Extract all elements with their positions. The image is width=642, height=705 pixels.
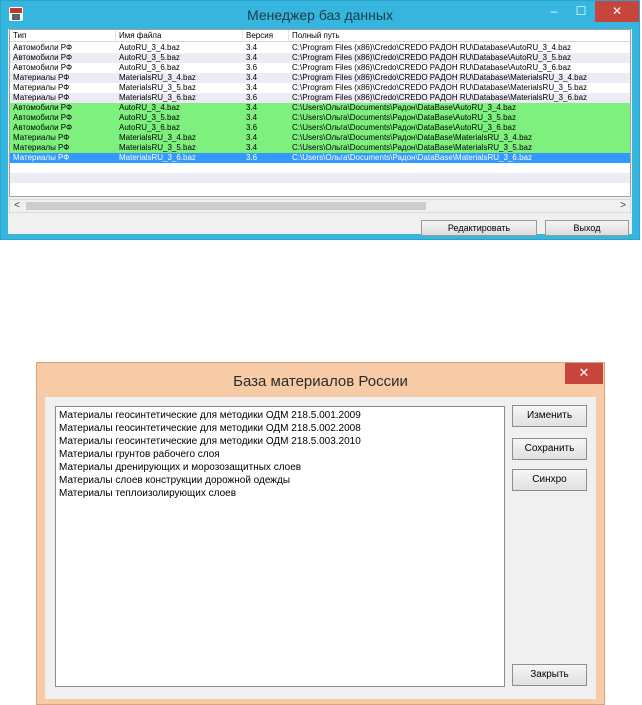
- scroll-left-icon[interactable]: <: [10, 200, 24, 212]
- table-row[interactable]: Автомобили РФ AutoRU_3_4.baz 3.4 C:\Program…: [10, 43, 630, 53]
- table-cell-version: 3.4: [246, 133, 258, 142]
- table-cell-version: 3.4: [246, 83, 258, 92]
- table-cell-type: Материалы РФ: [13, 83, 70, 92]
- table-row[interactable]: Автомобили РФ AutoRU_3_4.baz 3.4 C:\Users\О…: [10, 103, 630, 113]
- table-cell-version: 3.4: [246, 103, 258, 112]
- database-table[interactable]: Тип Имя файла Версия Полный путь Автомоб…: [9, 29, 631, 197]
- db-manager-window: Менеджер баз данных – ☐ ✕ Тип Имя файла …: [0, 0, 640, 240]
- table-cell-type: Материалы РФ: [13, 73, 70, 82]
- table-cell-version: 3.6: [246, 93, 258, 102]
- table-cell-file: AutoRU_3_5.baz: [119, 53, 180, 62]
- table-cell-version: 3.6: [246, 63, 258, 72]
- table-row[interactable]: Автомобили РФ AutoRU_3_5.baz 3.4 C:\Users\О…: [10, 113, 630, 123]
- close-icon[interactable]: ✕: [565, 363, 603, 384]
- table-cell-file: AutoRU_3_5.baz: [119, 113, 180, 122]
- column-header-type[interactable]: Тип: [10, 30, 116, 42]
- table-cell-file: MaterialsRU_3_5.baz: [119, 83, 196, 92]
- table-cell-path: C:\Users\Ольга\Documents\Радон\DataBase\…: [292, 153, 532, 162]
- table-cell-path: C:\Users\Ольга\Documents\Радон\DataBase\…: [292, 133, 532, 142]
- table-cell-file: AutoRU_3_6.baz: [119, 63, 180, 72]
- table-cell-version: 3.6: [246, 123, 258, 132]
- close-icon[interactable]: ✕: [595, 1, 639, 22]
- table-row[interactable]: Материалы РФ MaterialsRU_3_4.baz 3.4 C:\Pro…: [10, 73, 630, 83]
- edit-button[interactable]: Редактировать: [421, 220, 537, 236]
- table-cell-path: C:\Program Files (x86)\Credo\CREDO РАДОН…: [292, 53, 572, 62]
- table-row[interactable]: Автомобили РФ AutoRU_3_6.baz 3.6 C:\Program…: [10, 63, 630, 73]
- column-header-path[interactable]: Полный путь: [289, 30, 630, 42]
- sync-button[interactable]: Синхро: [512, 469, 587, 491]
- list-item[interactable]: Материалы грунтов рабочего слоя: [59, 448, 220, 461]
- titlebar[interactable]: Менеджер баз данных – ☐ ✕: [1, 1, 639, 29]
- horizontal-scrollbar[interactable]: < >: [9, 199, 631, 213]
- list-item[interactable]: Материалы геосинтетические для методики …: [59, 422, 361, 435]
- table-row-empty: [10, 163, 630, 173]
- table-cell-version: 3.4: [246, 73, 258, 82]
- exit-button[interactable]: Выход: [545, 220, 629, 236]
- materials-dialog: База материалов России ✕ Материалы геоси…: [36, 362, 605, 705]
- list-item[interactable]: Материалы дренирующих и морозозащитных с…: [59, 461, 301, 474]
- scroll-thumb[interactable]: [26, 202, 426, 210]
- table-cell-path: C:\Users\Ольга\Documents\Радон\DataBase\…: [292, 143, 532, 152]
- table-cell-type: Автомобили РФ: [13, 43, 73, 52]
- table-row[interactable]: Материалы РФ MaterialsRU_3_4.baz 3.4 C:\Use…: [10, 133, 630, 143]
- column-header-version[interactable]: Версия: [243, 30, 289, 42]
- list-item[interactable]: Материалы слоев конструкции дорожной оде…: [59, 474, 290, 487]
- table-cell-path: C:\Program Files (x86)\Credo\CREDO РАДОН…: [292, 73, 588, 82]
- table-row[interactable]: Автомобили РФ AutoRU_3_6.baz 3.6 C:\Users\О…: [10, 123, 630, 133]
- save-button[interactable]: Сохранить: [512, 438, 587, 460]
- close-button[interactable]: Закрыть: [512, 664, 587, 686]
- table-cell-file: MaterialsRU_3_4.baz: [119, 73, 196, 82]
- table-cell-type: Материалы РФ: [13, 143, 70, 152]
- table-row-empty: [10, 173, 630, 183]
- list-item[interactable]: Материалы геосинтетические для методики …: [59, 409, 361, 422]
- maximize-icon[interactable]: ☐: [567, 1, 595, 22]
- table-cell-file: MaterialsRU_3_4.baz: [119, 133, 196, 142]
- table-cell-file: AutoRU_3_4.baz: [119, 43, 180, 52]
- table-header: Тип Имя файла Версия Полный путь: [10, 30, 630, 42]
- table-cell-version: 3.4: [246, 53, 258, 62]
- table-cell-path: C:\Program Files (x86)\Credo\CREDO РАДОН…: [292, 83, 588, 92]
- table-row[interactable]: Материалы РФ MaterialsRU_3_6.baz 3.6 C:\Use…: [10, 153, 630, 163]
- table-row[interactable]: Материалы РФ MaterialsRU_3_5.baz 3.4 C:\Pro…: [10, 83, 630, 93]
- table-cell-path: C:\Users\Ольга\Documents\Радон\DataBase\…: [292, 103, 516, 112]
- table-cell-path: C:\Program Files (x86)\Credo\CREDO РАДОН…: [292, 43, 572, 52]
- table-cell-type: Автомобили РФ: [13, 53, 73, 62]
- table-cell-version: 3.4: [246, 43, 258, 52]
- scroll-right-icon[interactable]: >: [616, 200, 630, 212]
- table-cell-file: MaterialsRU_3_6.baz: [119, 153, 196, 162]
- table-cell-path: C:\Users\Ольга\Documents\Радон\DataBase\…: [292, 113, 516, 122]
- column-header-file[interactable]: Имя файла: [116, 30, 243, 42]
- list-item[interactable]: Материалы теплоизолирующих слоев: [59, 487, 236, 500]
- dialog-title: База материалов России: [233, 373, 408, 390]
- table-cell-type: Автомобили РФ: [13, 123, 73, 132]
- table-cell-version: 3.4: [246, 113, 258, 122]
- table-cell-file: AutoRU_3_6.baz: [119, 123, 180, 132]
- table-cell-file: MaterialsRU_3_5.baz: [119, 143, 196, 152]
- table-cell-path: C:\Users\Ольга\Documents\Радон\DataBase\…: [292, 123, 516, 132]
- db-manager-client: Тип Имя файла Версия Полный путь Автомоб…: [8, 29, 632, 236]
- table-row[interactable]: Автомобили РФ AutoRU_3_5.baz 3.4 C:\Program…: [10, 53, 630, 63]
- table-row[interactable]: Материалы РФ MaterialsRU_3_6.baz 3.6 C:\Pro…: [10, 93, 630, 103]
- materials-client: Материалы геосинтетические для методики …: [45, 397, 596, 699]
- list-item[interactable]: Материалы геосинтетические для методики …: [59, 435, 361, 448]
- table-cell-version: 3.6: [246, 153, 258, 162]
- table-cell-file: MaterialsRU_3_6.baz: [119, 93, 196, 102]
- table-row[interactable]: Материалы РФ MaterialsRU_3_5.baz 3.4 C:\Use…: [10, 143, 630, 153]
- table-cell-file: AutoRU_3_4.baz: [119, 103, 180, 112]
- table-cell-type: Автомобили РФ: [13, 63, 73, 72]
- table-cell-version: 3.4: [246, 143, 258, 152]
- table-cell-type: Автомобили РФ: [13, 113, 73, 122]
- table-cell-type: Материалы РФ: [13, 153, 70, 162]
- table-cell-type: Материалы РФ: [13, 93, 70, 102]
- table-cell-type: Автомобили РФ: [13, 103, 73, 112]
- table-cell-path: C:\Program Files (x86)\Credo\CREDO РАДОН…: [292, 93, 588, 102]
- materials-list[interactable]: Материалы геосинтетические для методики …: [55, 406, 505, 687]
- table-cell-type: Материалы РФ: [13, 133, 70, 142]
- minimize-icon[interactable]: –: [541, 1, 567, 22]
- edit-button[interactable]: Изменить: [512, 405, 587, 427]
- table-cell-path: C:\Program Files (x86)\Credo\CREDO РАДОН…: [292, 63, 572, 72]
